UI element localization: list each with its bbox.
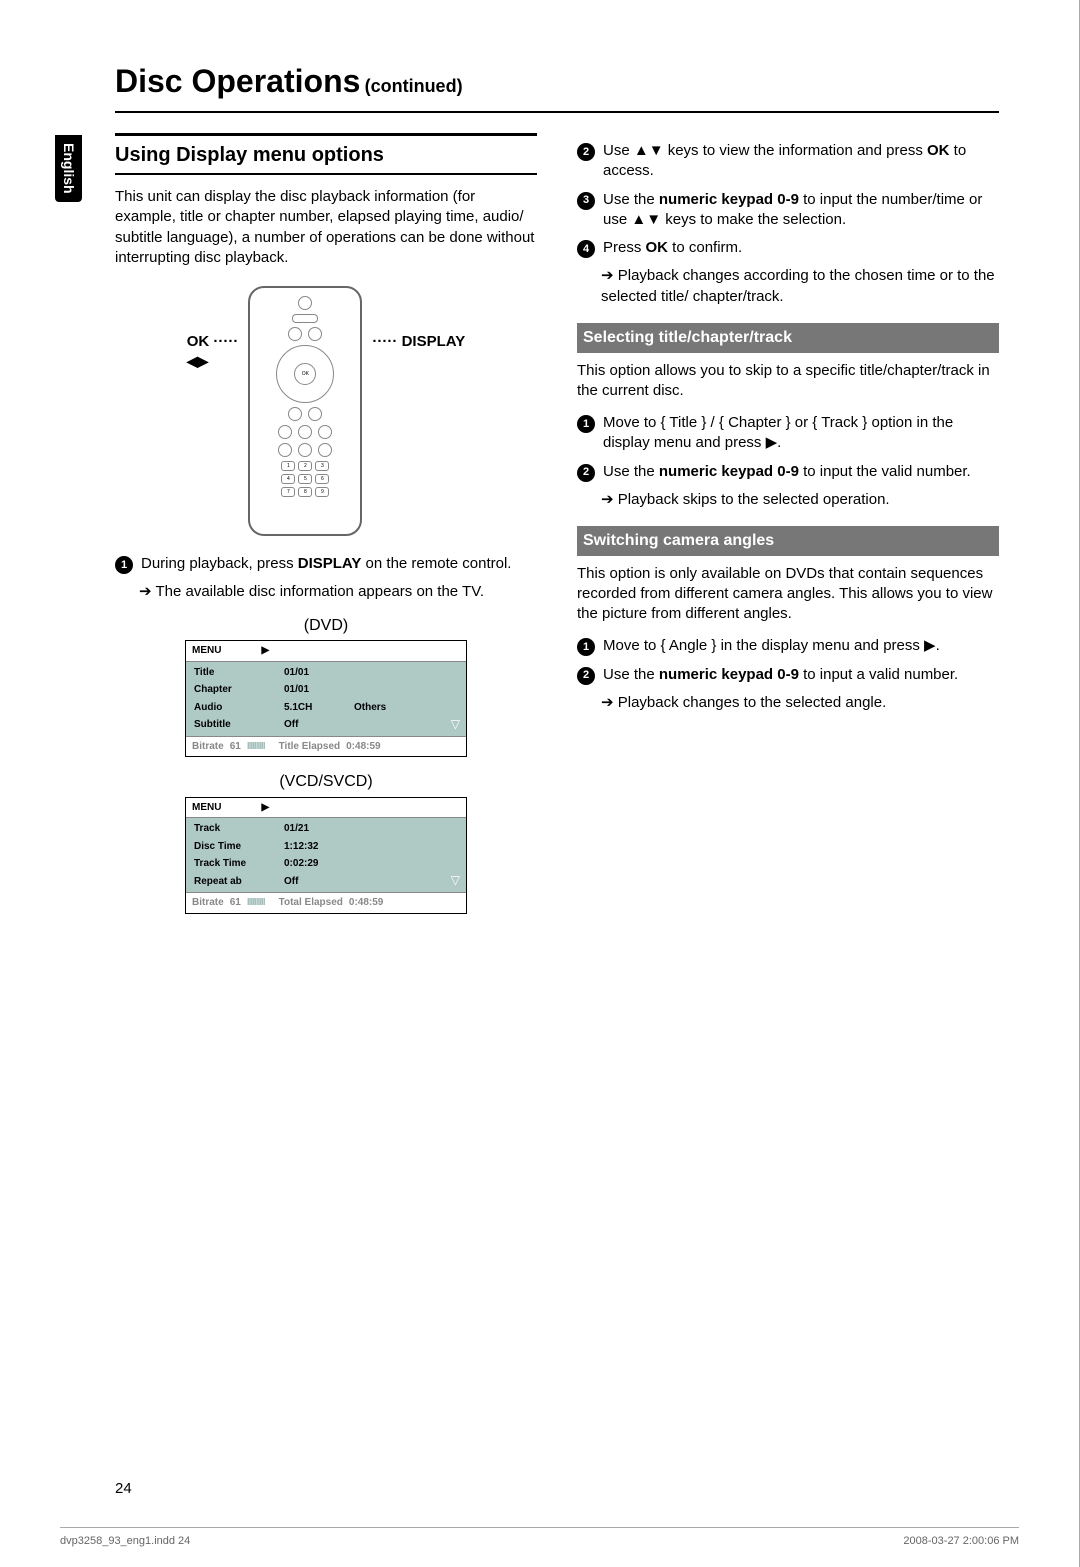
ang-step-2: 2 Use the numeric keypad 0-9 to input a … xyxy=(577,665,999,685)
remote-label-ok: OK ····· ◀▶ xyxy=(187,332,239,371)
step-number-icon: 1 xyxy=(577,415,595,433)
return-button xyxy=(288,407,302,421)
play-pause-icon xyxy=(298,425,312,439)
step-number-icon: 1 xyxy=(115,556,133,574)
page-title-block: Disc Operations (continued) xyxy=(115,60,999,113)
section-heading: Using Display menu options xyxy=(115,133,537,175)
page-title-suffix: (continued) xyxy=(365,76,463,96)
chevron-right-icon: ▶ xyxy=(261,644,269,658)
chevron-down-icon: ▽ xyxy=(451,716,460,732)
footer-left: dvp3258_93_eng1.indd 24 xyxy=(60,1534,190,1549)
footer-right: 2008-03-27 2:00:06 PM xyxy=(903,1534,1019,1549)
step-number-icon: 4 xyxy=(577,240,595,258)
dpad: OK xyxy=(276,345,334,403)
step-number-icon: 3 xyxy=(577,192,595,210)
step-number-icon: 2 xyxy=(577,667,595,685)
ff-icon xyxy=(318,443,332,457)
next-icon xyxy=(318,425,332,439)
stop-icon xyxy=(298,443,312,457)
display-button xyxy=(308,327,322,341)
step-number-icon: 2 xyxy=(577,143,595,161)
bitrate-bars-icon: IIIIIIIIII xyxy=(247,896,265,910)
prev-icon xyxy=(278,425,292,439)
remote-small-button xyxy=(288,327,302,341)
sel-step-1: 1 Move to { Title } / { Chapter } or { T… xyxy=(577,413,999,454)
ok-button: OK xyxy=(294,363,316,385)
rew-icon xyxy=(278,443,292,457)
step-3: 3 Use the numeric keypad 0-9 to input th… xyxy=(577,190,999,231)
osd-caption-vcd: (VCD/SVCD) xyxy=(115,771,537,793)
numeric-keypad: 123 456 789 xyxy=(281,461,329,497)
step-1-result: The available disc information appears o… xyxy=(139,582,537,602)
language-tab: English xyxy=(55,135,82,202)
left-column: Using Display menu options This unit can… xyxy=(115,133,537,928)
manual-page: English Disc Operations (continued) Usin… xyxy=(0,0,1080,1567)
intro-paragraph: This unit can display the disc playback … xyxy=(115,187,537,268)
eject-button xyxy=(292,314,318,323)
ang-step-1: 1 Move to { Angle } in the display menu … xyxy=(577,636,999,656)
sel-step-2-result: Playback skips to the selected operation… xyxy=(601,490,999,510)
bitrate-bars-icon: IIIIIIIIII xyxy=(247,740,265,754)
remote-diagram: OK ····· ◀▶ OK xyxy=(115,286,537,536)
step-number-icon: 2 xyxy=(577,464,595,482)
step-4-result: Playback changes according to the chosen… xyxy=(601,266,999,307)
angles-intro: This option is only available on DVDs th… xyxy=(577,564,999,625)
subheading-angles: Switching camera angles xyxy=(577,526,999,556)
selecting-intro: This option allows you to skip to a spec… xyxy=(577,361,999,402)
osd-vcd: MENU ▶ Track01/21 Disc Time1:12:32 Track… xyxy=(185,797,467,914)
remote-label-display: ····· DISPLAY xyxy=(372,332,465,352)
osd-caption-dvd: (DVD) xyxy=(115,615,537,637)
footer: dvp3258_93_eng1.indd 24 2008-03-27 2:00:… xyxy=(60,1527,1019,1549)
page-title: Disc Operations xyxy=(115,63,360,99)
step-number-icon: 1 xyxy=(577,638,595,656)
osd-dvd: MENU ▶ Title01/01 Chapter01/01 Audio5.1C… xyxy=(185,640,467,757)
page-number: 24 xyxy=(115,1479,132,1499)
step-1: 1 During playback, press DISPLAY on the … xyxy=(115,554,537,574)
step-4: 4 Press OK to confirm. xyxy=(577,238,999,258)
osd-vcd-header: MENU xyxy=(192,801,221,815)
subheading-selecting: Selecting title/chapter/track xyxy=(577,323,999,353)
osd-dvd-header: MENU xyxy=(192,644,221,658)
sel-step-2: 2 Use the numeric keypad 0-9 to input th… xyxy=(577,462,999,482)
ang-step-2-result: Playback changes to the selected angle. xyxy=(601,693,999,713)
chevron-down-icon: ▽ xyxy=(451,872,460,888)
power-icon xyxy=(298,296,312,310)
right-column: 2 Use ▲▼ keys to view the information an… xyxy=(577,133,999,928)
remote-body: OK xyxy=(248,286,362,536)
step-2: 2 Use ▲▼ keys to view the information an… xyxy=(577,141,999,182)
setup-button xyxy=(308,407,322,421)
chevron-right-icon: ▶ xyxy=(261,801,269,815)
